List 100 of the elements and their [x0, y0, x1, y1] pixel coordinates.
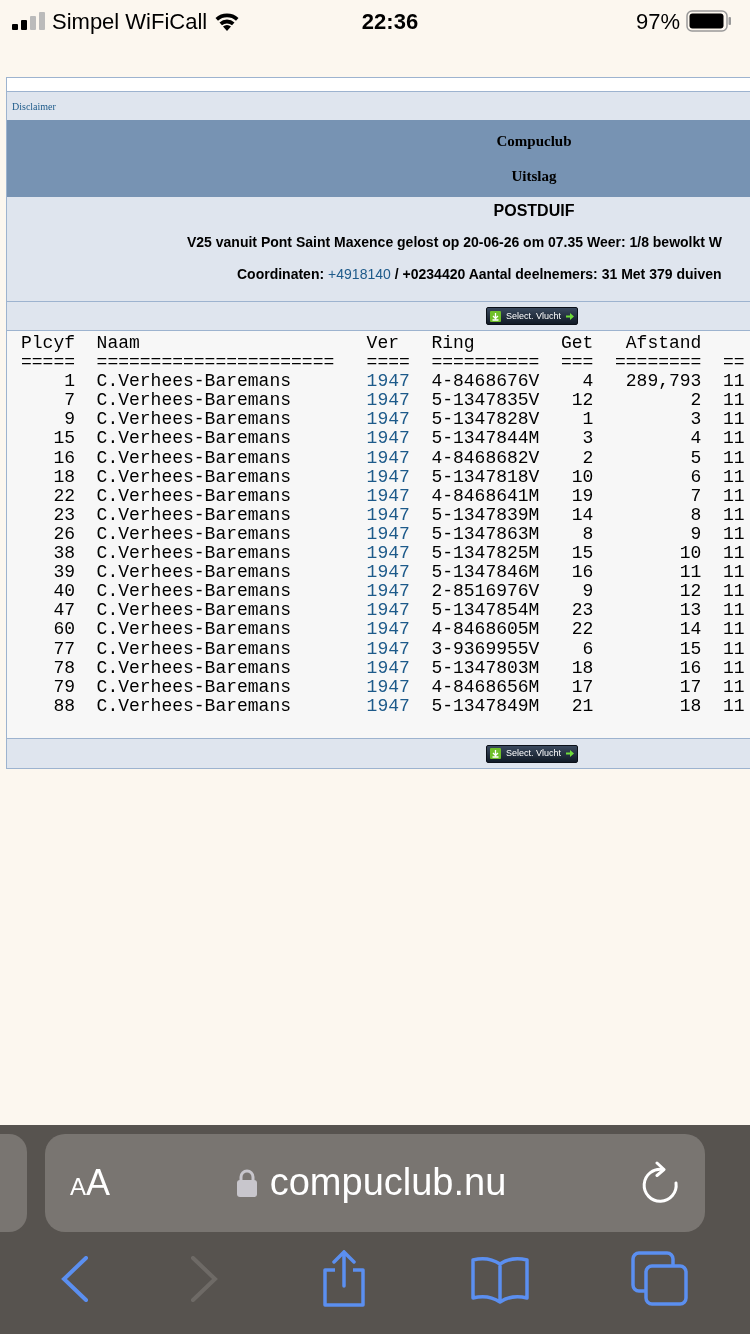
table-cell-text: 19: [570, 486, 594, 506]
club-link[interactable]: 1947: [366, 696, 410, 716]
table-cell-text: 16: [678, 658, 702, 678]
coordinates-label: Coordinaten:: [237, 264, 325, 284]
table-cell-text: C.Verhees-Baremans: [96, 448, 293, 468]
table-cell-text: 14: [570, 505, 594, 525]
battery-percentage: 97%: [635, 7, 680, 36]
club-link[interactable]: 1947: [366, 658, 410, 678]
club-link[interactable]: 1947: [366, 620, 410, 640]
table-cell: 11: [723, 639, 745, 659]
club-title: Compuclub: [496, 132, 572, 151]
table-cell-text: 289,793: [624, 372, 702, 392]
table-cell-text: 3: [581, 429, 594, 449]
previous-tab-preview[interactable]: [0, 1133, 27, 1232]
table-cell-text: C.Verhees-Baremans: [96, 620, 293, 640]
column-header: Ring: [431, 334, 476, 354]
club-link[interactable]: 1947: [366, 582, 410, 602]
reload-icon[interactable]: [642, 1160, 680, 1205]
table-cell: 4-8468605M: [431, 620, 540, 640]
table-cell-text: 18: [570, 658, 594, 678]
separator-line: =====: [21, 353, 75, 373]
table-cell: 11: [723, 696, 745, 716]
separator-line: ======================: [96, 353, 335, 373]
url-text: compuclub.nu: [269, 1160, 507, 1205]
table-cell-text: 7: [63, 391, 75, 411]
arrow-right-icon: [566, 750, 574, 757]
club-link[interactable]: 1947: [366, 429, 410, 449]
table-cell-text: C.Verhees-Baremans: [96, 410, 293, 430]
table-cell-text: 16: [52, 448, 75, 468]
select-flight-button[interactable]: Select. Vlucht: [486, 307, 578, 325]
table-cell: 11: [723, 448, 745, 468]
table-cell-text: C.Verhees-Baremans: [96, 601, 293, 621]
table-cell-text: 10: [678, 544, 702, 564]
lock-icon: [235, 1167, 258, 1198]
table-cell-text: C.Verhees-Baremans: [96, 467, 293, 487]
club-link[interactable]: 1947: [366, 544, 410, 564]
table-cell: 11: [723, 582, 745, 602]
club-link[interactable]: 1947: [366, 563, 410, 583]
table-cell: 5-1347846M: [431, 563, 540, 583]
carrier-name: Simpel WiFiCall: [52, 7, 208, 36]
table-cell-text: 22: [52, 486, 75, 506]
club-link[interactable]: 1947: [366, 677, 410, 697]
table-cell: 11: [723, 658, 745, 678]
table-cell: 11: [723, 524, 745, 545]
text-size-button[interactable]: AA: [70, 1155, 111, 1210]
table-cell-text: 9: [689, 524, 702, 545]
disclaimer-link[interactable]: Disclaimer: [12, 98, 56, 114]
page-subtitle: Uitslag: [511, 166, 557, 186]
separator-line: ========: [615, 353, 702, 373]
table-cell: 11: [723, 391, 745, 411]
download-icon: [490, 748, 501, 759]
table-cell-text: C.Verhees-Baremans: [96, 639, 293, 659]
table-cell: 3-9369955V: [431, 639, 540, 659]
club-link[interactable]: 1947: [366, 601, 410, 621]
table-cell-text: 1: [581, 410, 594, 430]
club-link[interactable]: 1947: [366, 524, 410, 545]
club-link[interactable]: 1947: [366, 505, 410, 525]
coordinates-link[interactable]: +4918140: [328, 263, 391, 285]
club-link[interactable]: 1947: [366, 467, 410, 487]
table-cell: 11: [723, 601, 745, 621]
table-cell-text: 23: [570, 601, 594, 621]
table-cell-text: 21: [570, 696, 594, 716]
table-cell: 11: [723, 563, 745, 583]
club-link[interactable]: 1947: [366, 448, 410, 468]
table-cell-text: 17: [570, 677, 594, 697]
table-cell-text: 39: [52, 563, 75, 583]
table-cell-text: 18: [678, 696, 702, 716]
club-link[interactable]: 1947: [366, 372, 410, 392]
select-flight-button[interactable]: Select. Vlucht: [486, 744, 578, 763]
club-link[interactable]: 1947: [366, 391, 410, 411]
table-cell-text: 77: [52, 639, 75, 659]
table-cell-text: 60: [52, 620, 75, 640]
table-cell-text: 15: [52, 429, 75, 449]
table-cell-text: 78: [52, 658, 75, 678]
column-header: Afstand: [624, 334, 702, 354]
table-cell: 11: [723, 677, 745, 697]
table-cell: 5-1347844M: [431, 429, 540, 449]
table-cell: 5-1347835V: [431, 391, 540, 411]
club-link[interactable]: 1947: [366, 639, 410, 659]
club-link[interactable]: 1947: [366, 410, 410, 430]
table-cell-text: C.Verhees-Baremans: [96, 544, 293, 564]
separator-line: ==: [723, 353, 745, 373]
table-cell-text: 8: [581, 524, 594, 545]
address-bar[interactable]: AA compuclub.nu: [45, 1133, 705, 1232]
column-header: Naam: [96, 334, 141, 354]
table-cell: 11: [723, 372, 745, 392]
table-cell-text: 9: [63, 410, 75, 430]
race-description: V25 vanuit Pont Saint Maxence gelost op 20-06-26 om 07.35 Weer: 1/8 bewolkt W: [187, 232, 723, 252]
table-cell-text: C.Verhees-Baremans: [96, 505, 293, 525]
column-header: Plcyf: [21, 334, 75, 354]
table-cell-text: 16: [570, 563, 594, 583]
share-icon[interactable]: [320, 1250, 368, 1308]
column-header: Ver: [366, 334, 400, 354]
bookmarks-icon[interactable]: [469, 1254, 530, 1304]
section-title: POSTDUIF: [493, 201, 575, 221]
tabs-icon[interactable]: [631, 1251, 690, 1307]
clock-time: 22:36: [360, 7, 420, 36]
table-cell-text: 11: [678, 563, 702, 583]
club-link[interactable]: 1947: [366, 486, 410, 506]
back-icon[interactable]: [60, 1256, 89, 1302]
